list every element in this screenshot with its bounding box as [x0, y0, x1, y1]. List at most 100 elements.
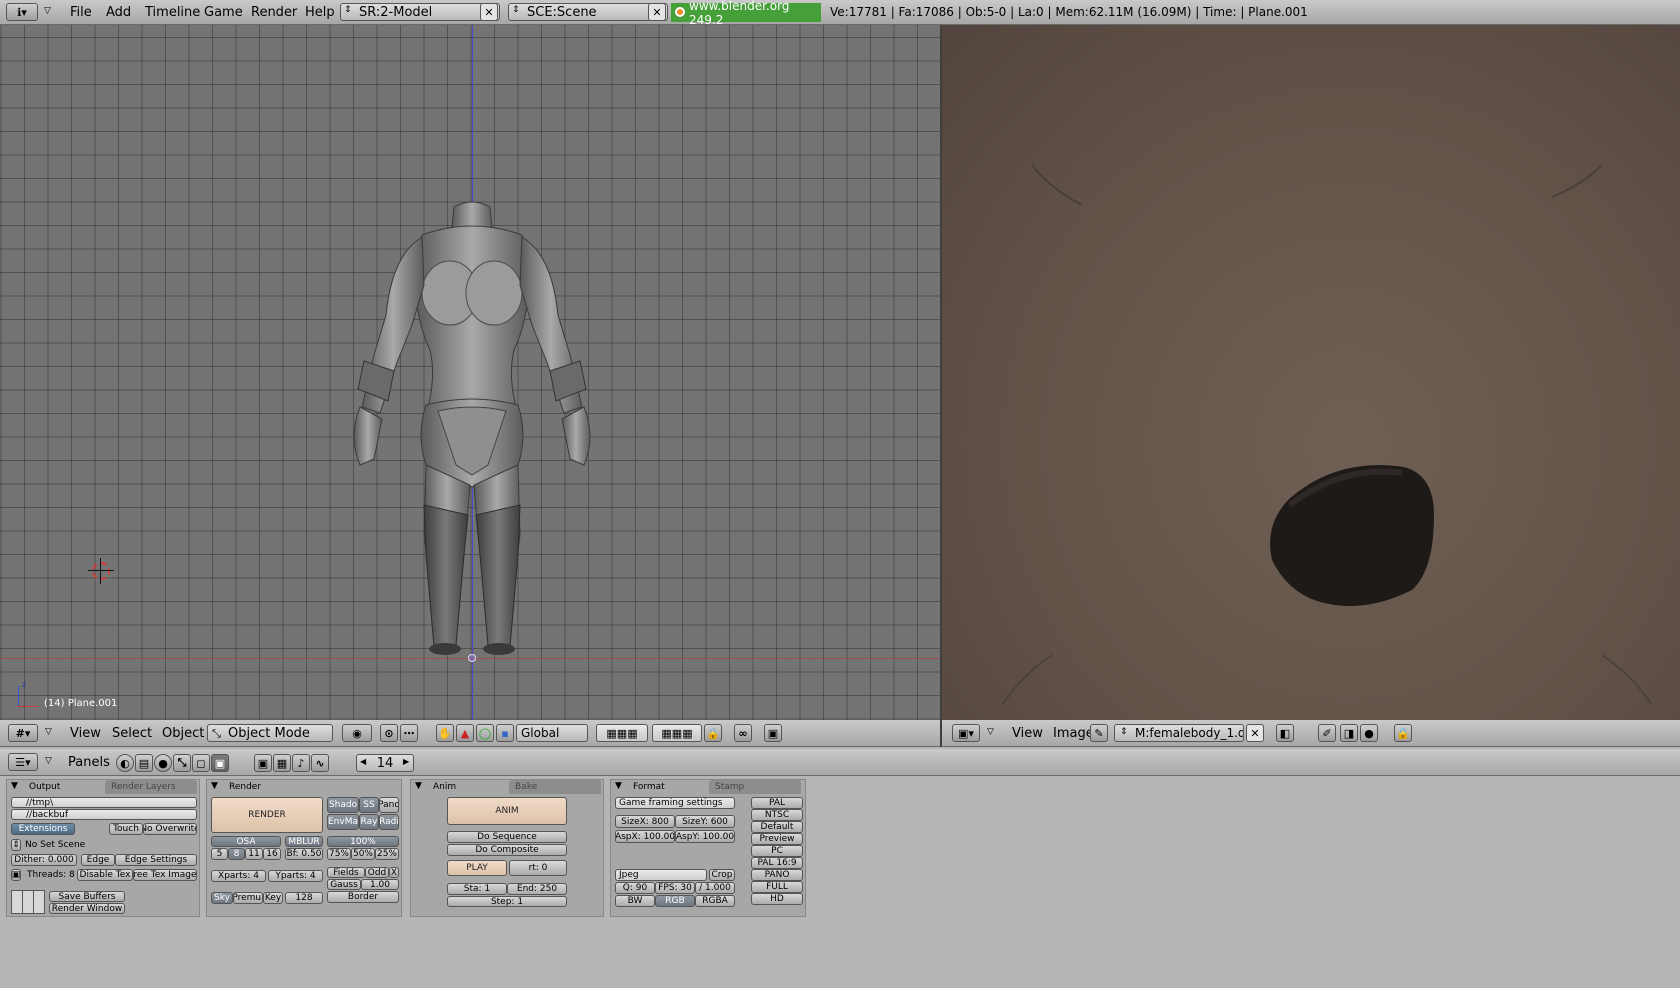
image-pack-icon[interactable]: ◧ — [1276, 724, 1294, 742]
fps-base-field[interactable]: / 1.000 — [695, 882, 735, 894]
radio-toggle[interactable]: Radi — [379, 814, 399, 830]
image-browse-selector[interactable]: M:femalebody_1.dds — [1114, 724, 1244, 742]
object-context-icon[interactable]: ⤡ — [173, 754, 191, 772]
shading-context-icon[interactable]: ● — [154, 754, 172, 772]
tab-bake[interactable]: Bake — [509, 780, 601, 794]
render-preview-icon[interactable]: ▣ — [764, 724, 782, 742]
key-toggle[interactable]: Key — [263, 892, 283, 904]
anim-collapse-icon[interactable]: ▼ — [415, 781, 422, 791]
3d-menu-select[interactable]: Select — [112, 726, 152, 741]
game-framing-button[interactable]: Game framing settings — [615, 797, 735, 809]
size-x-field[interactable]: SizeX: 800 — [615, 815, 675, 828]
pano-toggle[interactable]: Pano — [379, 797, 399, 813]
play-button[interactable]: PLAY — [447, 860, 507, 876]
frame-decrement-icon[interactable]: ◀ — [360, 757, 366, 766]
quality-field[interactable]: Q: 90 — [615, 882, 655, 894]
osa-5-button[interactable]: 5 — [211, 848, 228, 860]
image-menu-image[interactable]: Image — [1053, 726, 1094, 741]
layer-buttons-right[interactable]: ▦▦▦ — [652, 724, 702, 742]
menu-help[interactable]: Help — [305, 5, 335, 20]
step-field[interactable]: Step: 1 — [447, 896, 567, 907]
crop-toggle[interactable]: Crop — [709, 869, 735, 881]
resolution-25-button[interactable]: 25% — [375, 848, 399, 860]
preset-pal-button[interactable]: PAL — [751, 797, 803, 809]
edge-settings-button[interactable]: Edge Settings — [115, 854, 197, 866]
anim-buttons-icon[interactable]: ▦ — [273, 754, 291, 772]
layer-buttons-left[interactable]: ▦▦▦ — [596, 724, 648, 742]
set-scene-browse-icon[interactable]: ⇕ — [11, 839, 21, 851]
3d-menu-object[interactable]: Object — [162, 726, 204, 741]
sound-buttons-icon[interactable]: ♪ — [292, 754, 310, 772]
3d-header-collapse-icon[interactable]: ▽ — [45, 727, 52, 737]
mode-selector[interactable]: Object Mode — [207, 724, 333, 742]
script-context-icon[interactable]: ▤ — [135, 754, 153, 772]
shadow-toggle[interactable]: Shado — [327, 797, 359, 813]
manipulator-toggle-icon[interactable]: ✋ — [436, 724, 454, 742]
no-overwrite-toggle[interactable]: No Overwrite — [143, 823, 197, 835]
preset-hd-button[interactable]: HD — [751, 893, 803, 905]
screen-delete-button[interactable]: ✕ — [480, 3, 498, 21]
frame-increment-icon[interactable]: ▶ — [403, 757, 409, 766]
fields-toggle[interactable]: Fields — [327, 867, 365, 878]
mblur-toggle[interactable]: MBLUR — [285, 836, 323, 847]
do-sequence-toggle[interactable]: Do Sequence — [447, 831, 567, 843]
premul-toggle[interactable]: Premul — [233, 892, 263, 904]
preset-full-button[interactable]: FULL — [751, 881, 803, 893]
rgba-toggle[interactable]: RGBA — [695, 895, 735, 907]
preset-ntsc-button[interactable]: NTSC — [751, 809, 803, 821]
image-editor-type-button[interactable]: ▣▾ — [952, 724, 980, 742]
xparts-field[interactable]: Xparts: 4 — [211, 870, 266, 882]
render-window-selector[interactable]: Render Window — [49, 903, 125, 914]
pivot-button[interactable]: ⊙ — [380, 724, 398, 742]
extensions-toggle[interactable]: Extensions — [11, 823, 75, 835]
fps-field[interactable]: FPS: 30 — [655, 882, 695, 894]
pivot-options-icon[interactable]: ⋯ — [400, 724, 418, 742]
3d-viewport[interactable]: z (14) Plane.001 — [0, 25, 940, 720]
image-browse-icon[interactable]: ⇕ — [1120, 727, 1128, 737]
menu-timeline[interactable]: Timeline — [145, 5, 200, 20]
world-buttons-icon[interactable]: ∿ — [311, 754, 329, 772]
resolution-75-button[interactable]: 75% — [327, 848, 351, 860]
logic-context-icon[interactable]: ◐ — [116, 754, 134, 772]
file-format-selector[interactable]: Jpeg — [615, 869, 707, 881]
do-composite-toggle[interactable]: Do Composite — [447, 844, 567, 856]
preset-pal169-button[interactable]: PAL 16:9 — [751, 857, 803, 869]
render-buttons-icon[interactable]: ▣ — [254, 754, 272, 772]
tab-render-layers[interactable]: Render Layers — [105, 780, 197, 794]
osa-11-button[interactable]: 11 — [245, 848, 263, 860]
menu-file[interactable]: File — [70, 5, 92, 20]
menu-render[interactable]: Render — [251, 5, 297, 20]
editing-context-icon[interactable]: ◻ — [192, 754, 210, 772]
rotate-manipulator-icon[interactable]: ◯ — [476, 724, 494, 742]
osa-toggle[interactable]: OSA — [211, 836, 281, 847]
sss-toggle[interactable]: SS — [359, 797, 379, 813]
tab-stamp[interactable]: Stamp — [709, 780, 801, 794]
tab-anim[interactable]: Anim — [427, 780, 507, 794]
image-unlink-button[interactable]: ✕ — [1246, 724, 1264, 742]
image-header-collapse-icon[interactable]: ▽ — [987, 727, 994, 737]
odd-toggle[interactable]: Odd — [365, 867, 389, 878]
start-frame-field[interactable]: Sta: 1 — [447, 883, 507, 895]
ray-toggle[interactable]: Ray — [359, 814, 379, 830]
touch-toggle[interactable]: Touch — [109, 823, 143, 835]
paint-brush-icon[interactable]: ✎ — [1090, 724, 1108, 742]
rt-field[interactable]: rt: 0 — [509, 860, 567, 876]
info-editor-type-button[interactable]: ℹ▾ — [6, 3, 38, 21]
osa-16-button[interactable]: 16 — [263, 848, 281, 860]
sky-toggle[interactable]: Sky — [211, 892, 233, 904]
screen-selector[interactable]: SR:2-Model — [340, 3, 500, 21]
rgb-toggle[interactable]: RGB — [655, 895, 695, 907]
free-tex-images-toggle[interactable]: Free Tex Images — [133, 869, 197, 881]
yparts-field[interactable]: Yparts: 4 — [268, 870, 323, 882]
dither-field[interactable]: Dither: 0.000 — [11, 854, 77, 866]
output-collapse-icon[interactable]: ▼ — [11, 781, 18, 791]
tab-output[interactable]: Output — [23, 780, 103, 794]
bw-toggle[interactable]: BW — [615, 895, 655, 907]
osa-8-button[interactable]: 8 — [228, 848, 245, 860]
tab-render[interactable]: Render — [223, 780, 293, 794]
buttons-header-collapse-icon[interactable]: ▽ — [45, 756, 52, 766]
envmap-toggle[interactable]: EnvMa — [327, 814, 359, 830]
x-toggle[interactable]: X — [389, 867, 399, 878]
buttons-editor-type-button[interactable]: ☰▾ — [8, 753, 38, 771]
screen-browse-icon[interactable]: ⇕ — [344, 5, 352, 15]
